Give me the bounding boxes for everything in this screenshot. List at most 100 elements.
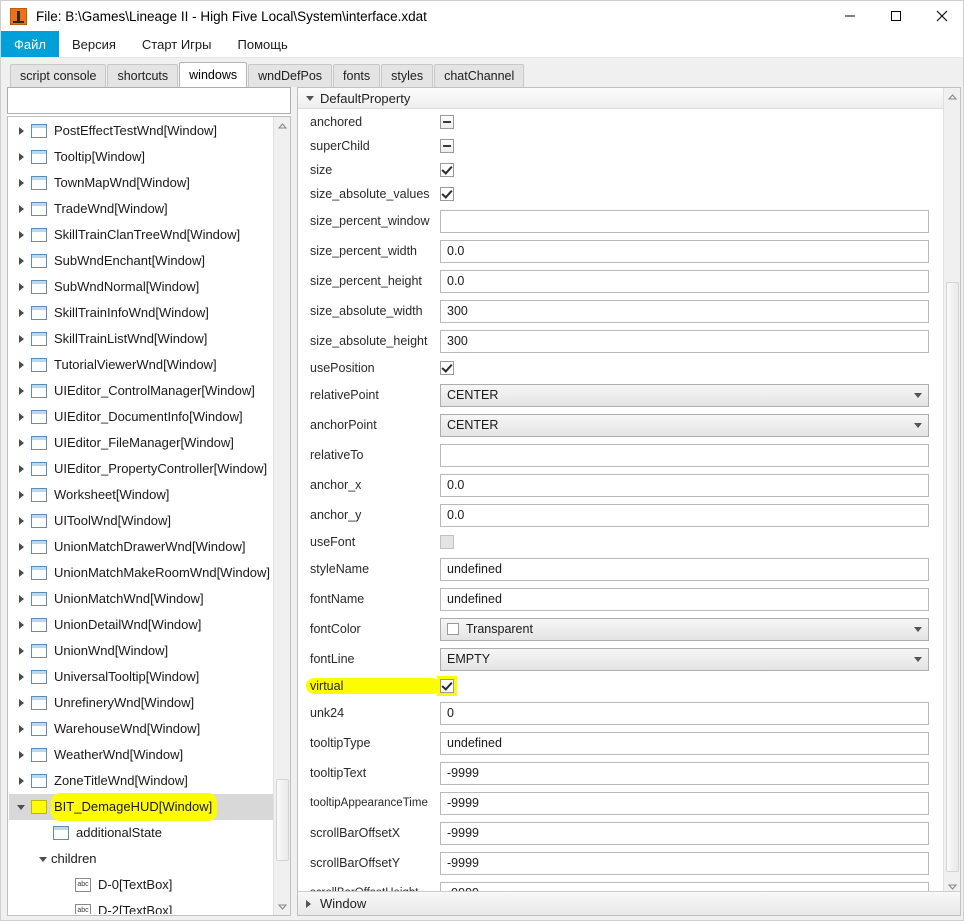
property-textfield[interactable]: 0.0 — [440, 239, 929, 263]
tree-scroll-up-icon[interactable] — [274, 117, 290, 134]
chevron-right-icon[interactable] — [13, 300, 29, 326]
chevron-right-icon[interactable] — [13, 716, 29, 742]
menu-item-2[interactable]: Старт Игры — [129, 31, 225, 57]
property-textfield[interactable]: 0.0 — [440, 503, 929, 527]
tree-item[interactable]: BIT_DemageHUD[Window] — [9, 793, 274, 821]
chevron-right-icon[interactable] — [13, 222, 29, 248]
tree-item[interactable]: SkillTrainListWnd[Window] — [9, 326, 274, 352]
chevron-right-icon[interactable] — [13, 742, 29, 768]
tree-item[interactable]: UIToolWnd[Window] — [9, 508, 274, 534]
close-icon[interactable] — [919, 1, 963, 31]
menu-item-3[interactable]: Помощь — [225, 31, 301, 57]
property-textfield[interactable]: -9999 — [440, 821, 929, 845]
chevron-right-icon[interactable] — [13, 586, 29, 612]
search-box[interactable] — [7, 87, 291, 114]
chevron-down-icon[interactable] — [13, 794, 29, 820]
tree-item[interactable]: UnionMatchDrawerWnd[Window] — [9, 534, 274, 560]
tab-shortcuts[interactable]: shortcuts — [107, 64, 179, 87]
minimize-icon[interactable] — [827, 1, 873, 31]
property-textfield[interactable]: -9999 — [440, 791, 929, 815]
chevron-right-icon[interactable] — [13, 690, 29, 716]
property-scroll-thumb[interactable] — [946, 282, 959, 872]
tree-item[interactable]: UIEditor_DocumentInfo[Window] — [9, 404, 274, 430]
tree-item[interactable]: abc D-0[TextBox] — [9, 872, 274, 898]
property-color-combobox[interactable]: Transparent — [440, 617, 929, 641]
property-combobox[interactable]: CENTER — [440, 383, 929, 407]
chevron-down-icon[interactable] — [35, 846, 51, 872]
property-textfield[interactable]: undefined — [440, 731, 929, 755]
tree-item[interactable]: TutorialViewerWnd[Window] — [9, 352, 274, 378]
chevron-right-icon[interactable] — [13, 404, 29, 430]
property-scrollbar[interactable] — [943, 88, 960, 895]
tree-item[interactable]: SubWndEnchant[Window] — [9, 248, 274, 274]
property-textfield[interactable]: -9999 — [440, 761, 929, 785]
tree-item[interactable]: children — [9, 846, 274, 872]
property-textfield[interactable]: -9999 — [440, 851, 929, 875]
property-scroll-up-icon[interactable] — [944, 88, 961, 105]
chevron-right-icon[interactable] — [13, 170, 29, 196]
property-checkbox[interactable] — [440, 679, 454, 693]
property-textfield[interactable]: 0 — [440, 701, 929, 725]
tree-item[interactable]: ZoneTitleWnd[Window] — [9, 768, 274, 794]
tree-item[interactable]: SkillTrainInfoWnd[Window] — [9, 300, 274, 326]
chevron-right-icon[interactable] — [13, 534, 29, 560]
tree-item[interactable]: UnionMatchMakeRoomWnd[Window] — [9, 560, 274, 586]
chevron-right-icon[interactable] — [13, 144, 29, 170]
tree-item[interactable]: TradeWnd[Window] — [9, 196, 274, 222]
chevron-right-icon[interactable] — [13, 560, 29, 586]
tree-item[interactable]: Tooltip[Window] — [9, 144, 274, 170]
maximize-icon[interactable] — [873, 1, 919, 31]
property-textfield[interactable]: 0.0 — [440, 269, 929, 293]
chevron-right-icon[interactable] — [13, 508, 29, 534]
tree-item[interactable]: UIEditor_ControlManager[Window] — [9, 378, 274, 404]
chevron-right-icon[interactable] — [13, 118, 29, 144]
tree-item[interactable]: TownMapWnd[Window] — [9, 170, 274, 196]
property-checkbox[interactable] — [440, 115, 454, 129]
chevron-right-icon[interactable] — [13, 248, 29, 274]
property-combobox[interactable]: CENTER — [440, 413, 929, 437]
property-checkbox[interactable] — [440, 187, 454, 201]
tree-item[interactable]: WeatherWnd[Window] — [9, 742, 274, 768]
tab-script-console[interactable]: script console — [10, 64, 107, 87]
tree-item[interactable]: PostEffectTestWnd[Window] — [9, 118, 274, 144]
property-textfield[interactable] — [440, 443, 929, 467]
chevron-right-icon[interactable] — [13, 664, 29, 690]
tree-item[interactable]: SkillTrainClanTreeWnd[Window] — [9, 222, 274, 248]
tab-fonts[interactable]: fonts — [333, 64, 381, 87]
property-textfield[interactable]: 0.0 — [440, 473, 929, 497]
tree-item[interactable]: WarehouseWnd[Window] — [9, 716, 274, 742]
property-combobox[interactable]: EMPTY — [440, 647, 929, 671]
property-group-header[interactable]: DefaultProperty — [298, 88, 960, 109]
search-input[interactable] — [8, 88, 290, 113]
chevron-right-icon[interactable] — [13, 482, 29, 508]
tree-item[interactable]: UIEditor_FileManager[Window] — [9, 430, 274, 456]
property-checkbox[interactable] — [440, 535, 454, 549]
chevron-right-icon[interactable] — [13, 196, 29, 222]
property-textfield[interactable] — [440, 209, 929, 233]
tree-item[interactable]: additionalState — [9, 820, 274, 846]
tree-item[interactable]: abc D-2[TextBox] — [9, 898, 274, 914]
tree-item[interactable]: UniversalTooltip[Window] — [9, 664, 274, 690]
chevron-right-icon[interactable] — [13, 638, 29, 664]
chevron-right-icon[interactable] — [13, 352, 29, 378]
chevron-right-icon[interactable] — [13, 430, 29, 456]
tab-chatchannel[interactable]: chatChannel — [434, 64, 525, 87]
tree-item[interactable]: UnionDetailWnd[Window] — [9, 612, 274, 638]
property-textfield[interactable]: 300 — [440, 299, 929, 323]
menu-item-1[interactable]: Версия — [59, 31, 129, 57]
tree-scrollbar[interactable] — [273, 117, 290, 915]
tree-scroll-down-icon[interactable] — [274, 898, 290, 915]
tab-wnddefpos[interactable]: wndDefPos — [248, 64, 333, 87]
property-checkbox[interactable] — [440, 139, 454, 153]
tree-item[interactable]: UIEditor_PropertyController[Window] — [9, 456, 274, 482]
tree-item[interactable]: Worksheet[Window] — [9, 482, 274, 508]
tree-item[interactable]: UnionMatchWnd[Window] — [9, 586, 274, 612]
window-tree[interactable]: PostEffectTestWnd[Window] Tooltip[Window]… — [9, 118, 274, 914]
property-checkbox[interactable] — [440, 163, 454, 177]
menu-item-0[interactable]: Файл — [1, 31, 59, 57]
tree-item[interactable]: UnrefineryWnd[Window] — [9, 690, 274, 716]
chevron-right-icon[interactable] — [13, 768, 29, 794]
property-textfield[interactable]: 300 — [440, 329, 929, 353]
property-checkbox[interactable] — [440, 361, 454, 375]
tree-scroll-thumb[interactable] — [276, 779, 289, 861]
